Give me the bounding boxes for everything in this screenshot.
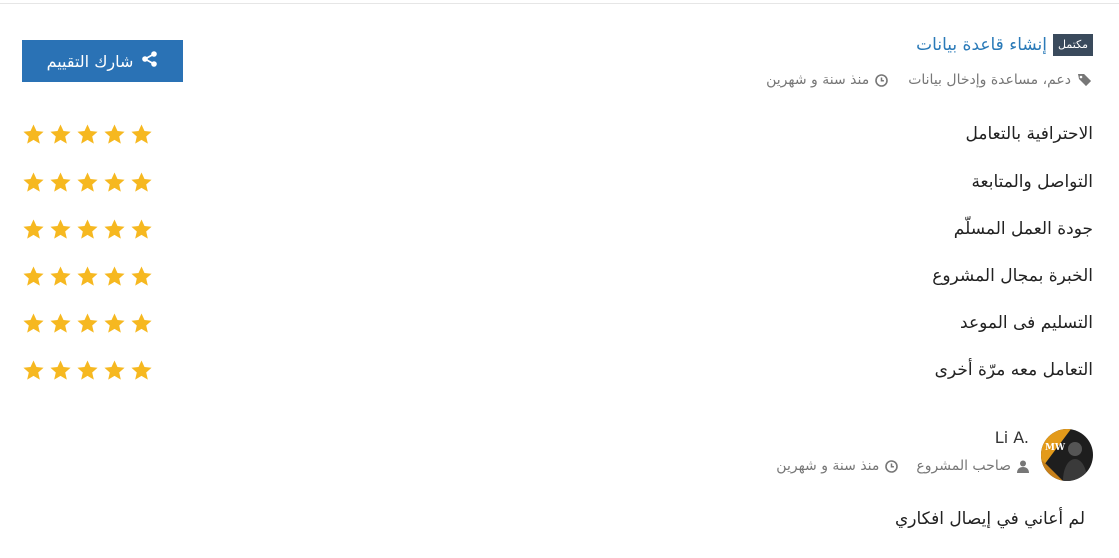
- status-badge: مكتمل: [1053, 34, 1093, 56]
- top-divider: [0, 3, 1119, 4]
- star-icon: [104, 265, 125, 286]
- star-icon: [131, 265, 152, 286]
- criterion-label: جودة العمل المسلّم: [953, 219, 1093, 239]
- criterion-row: الخبرة بمجال المشروع: [22, 261, 1093, 291]
- star-icon: [77, 123, 98, 144]
- project-time: منذ سنة و شهرين: [766, 72, 870, 88]
- star-icon: [50, 265, 71, 286]
- criterion-row: التعامل معه مرّة أخرى: [22, 355, 1093, 385]
- project-tags[interactable]: دعم، مساعدة وإدخال بيانات: [908, 72, 1071, 88]
- star-rating: [22, 312, 153, 335]
- criterion-label: التسليم فى الموعد: [960, 313, 1093, 333]
- star-icon: [131, 218, 152, 239]
- share-review-button[interactable]: شارك التقييم: [22, 40, 183, 82]
- star-rating: [22, 218, 153, 241]
- star-icon: [131, 171, 152, 192]
- star-icon: [104, 359, 125, 380]
- project-meta: دعم، مساعدة وإدخال بيانات منذ سنة و شهري…: [766, 72, 1093, 88]
- star-icon: [23, 312, 44, 333]
- criterion-label: الخبرة بمجال المشروع: [932, 266, 1093, 286]
- user-icon: [1017, 460, 1029, 473]
- star-icon: [77, 359, 98, 380]
- author-role: صاحب المشروع: [916, 458, 1011, 474]
- criterion-row: جودة العمل المسلّم: [22, 214, 1093, 244]
- star-icon: [23, 265, 44, 286]
- star-icon: [23, 171, 44, 192]
- clock-icon: [875, 73, 889, 87]
- star-icon: [131, 123, 152, 144]
- star-rating: [22, 171, 153, 194]
- share-button-label: شارك التقييم: [46, 51, 134, 71]
- svg-text:MW: MW: [1045, 443, 1066, 453]
- star-icon: [23, 218, 44, 239]
- star-icon: [50, 312, 71, 333]
- author-time: منذ سنة و شهرين: [776, 458, 880, 474]
- star-rating: [22, 265, 153, 288]
- author-name[interactable]: Li A.: [995, 428, 1029, 447]
- criterion-label: التعامل معه مرّة أخرى: [934, 360, 1093, 380]
- author-meta: صاحب المشروع منذ سنة و شهرين: [776, 458, 1029, 474]
- criterion-row: التسليم فى الموعد: [22, 308, 1093, 338]
- clock-icon: [885, 459, 899, 473]
- project-title-link[interactable]: إنشاء قاعدة بيانات: [916, 35, 1047, 55]
- star-icon: [131, 312, 152, 333]
- star-icon: [77, 265, 98, 286]
- star-icon: [104, 218, 125, 239]
- star-icon: [131, 359, 152, 380]
- avatar[interactable]: MW: [1041, 429, 1093, 481]
- star-icon: [23, 123, 44, 144]
- star-rating: [22, 123, 153, 146]
- review-comment: لم أعاني في إيصال افكاري: [894, 509, 1085, 529]
- criterion-row: التواصل والمتابعة: [22, 167, 1093, 197]
- criterion-row: الاحترافية بالتعامل: [22, 119, 1093, 149]
- star-icon: [50, 218, 71, 239]
- star-icon: [50, 171, 71, 192]
- star-icon: [104, 171, 125, 192]
- tags-icon: [1077, 73, 1093, 87]
- star-icon: [50, 123, 71, 144]
- star-icon: [77, 218, 98, 239]
- criterion-label: الاحترافية بالتعامل: [965, 124, 1093, 144]
- star-icon: [104, 312, 125, 333]
- star-icon: [104, 123, 125, 144]
- share-icon: [141, 51, 158, 71]
- star-icon: [77, 171, 98, 192]
- review-title-row: مكتمل إنشاء قاعدة بيانات: [916, 34, 1093, 56]
- star-icon: [77, 312, 98, 333]
- star-rating: [22, 359, 153, 382]
- star-icon: [50, 359, 71, 380]
- criterion-label: التواصل والمتابعة: [971, 172, 1093, 192]
- star-icon: [23, 359, 44, 380]
